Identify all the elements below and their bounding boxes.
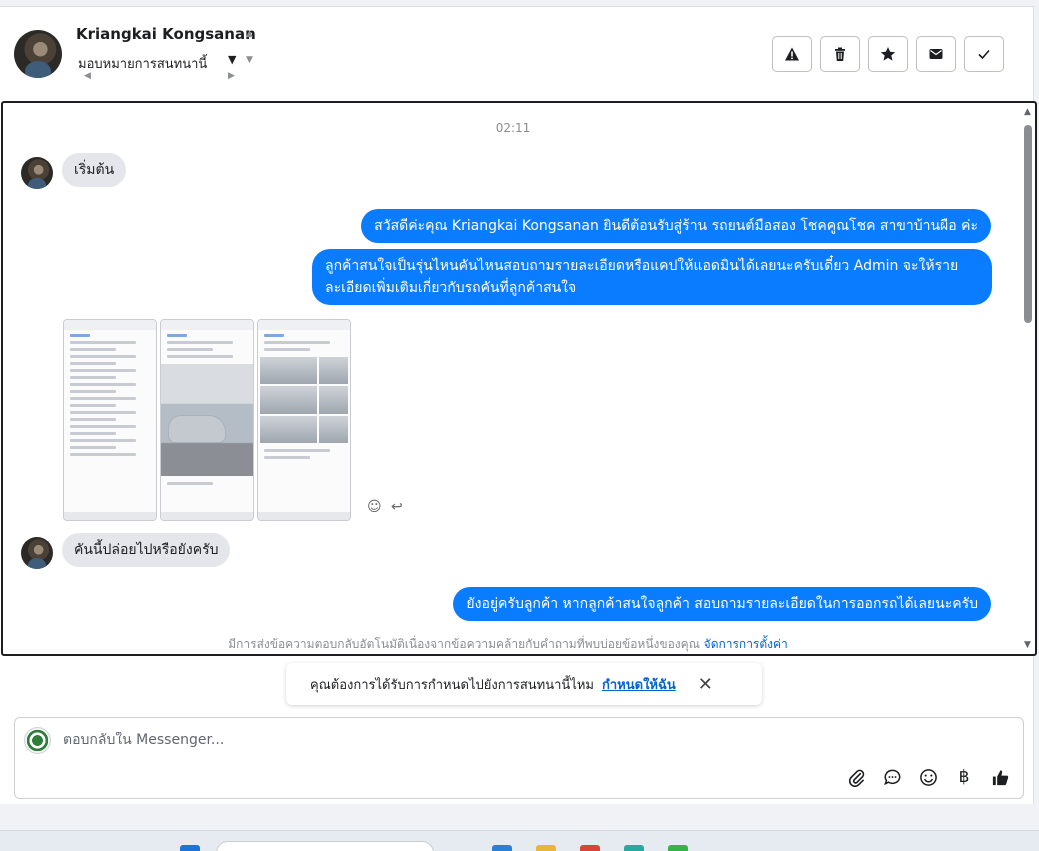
message-timestamp: 02:11 bbox=[495, 121, 531, 135]
trash-icon bbox=[835, 47, 845, 61]
star-button[interactable] bbox=[868, 36, 908, 72]
paperclip-icon bbox=[848, 769, 864, 787]
reply-icon[interactable]: ↩ bbox=[391, 499, 403, 515]
contact-avatar-small[interactable] bbox=[21, 157, 53, 189]
message-composer: ฿ bbox=[14, 717, 1024, 799]
folder-icon[interactable] bbox=[536, 845, 556, 851]
contact-name[interactable]: Kriangkai Kongsanan bbox=[76, 25, 256, 43]
close-icon[interactable]: ✕ bbox=[698, 674, 713, 695]
outgoing-message[interactable]: ยังอยู่ครับลูกค้า หากลูกค้าสนใจลูกค้า สอ… bbox=[453, 587, 991, 621]
assign-reminder-banner: คุณต้องการได้รับการกำหนดไปยังการสนทนานี้… bbox=[286, 663, 762, 705]
page: Kriangkai Kongsanan มอบหมายการสนทนานี้ ▼… bbox=[0, 0, 1039, 851]
conversation-panel: Kriangkai Kongsanan มอบหมายการสนทนานี้ ▼… bbox=[0, 6, 1037, 804]
saved-replies-button[interactable] bbox=[881, 766, 903, 788]
attachment-button[interactable] bbox=[845, 766, 867, 788]
incoming-message[interactable]: เริ่มต้น bbox=[62, 153, 127, 187]
arrow-up-icon[interactable]: ▲ bbox=[246, 29, 253, 39]
report-button[interactable] bbox=[772, 36, 812, 72]
check-icon bbox=[978, 49, 990, 60]
caret-down-icon[interactable]: ▼ bbox=[228, 53, 236, 66]
baht-icon: ฿ bbox=[958, 767, 970, 787]
auto-reply-note: มีการส่งข้อความตอบกลับอัตโนมัติเนื่องจาก… bbox=[3, 635, 1013, 654]
horizontal-scroller[interactable]: ◀ ▶ bbox=[84, 71, 236, 83]
manage-settings-link[interactable]: จัดการการตั้งค่า bbox=[704, 637, 788, 651]
app-icon[interactable] bbox=[580, 845, 600, 851]
image-attachments[interactable] bbox=[63, 319, 351, 521]
conversation-header: Kriangkai Kongsanan มอบหมายการสนทนานี้ ▼… bbox=[0, 7, 1034, 95]
smiley-icon bbox=[919, 768, 937, 786]
app-icon[interactable] bbox=[492, 845, 512, 851]
start-icon[interactable] bbox=[180, 845, 200, 851]
line-app-icon[interactable] bbox=[668, 845, 688, 851]
assign-to-me-link[interactable]: กำหนดให้ฉัน bbox=[602, 674, 676, 695]
mark-unread-button[interactable] bbox=[916, 36, 956, 72]
arrow-right-icon[interactable]: ▶ bbox=[228, 71, 235, 81]
warning-icon bbox=[785, 47, 799, 61]
image-attachment[interactable] bbox=[257, 319, 351, 521]
thread-scrollbar[interactable]: ▲ ▼ bbox=[1021, 103, 1035, 654]
taskbar-search[interactable] bbox=[216, 841, 434, 851]
scroll-up-icon[interactable]: ▲ bbox=[1024, 107, 1031, 117]
thumbs-up-icon bbox=[992, 769, 1008, 785]
incoming-message[interactable]: คันนี้ปล่อยไปหรือยังครับ bbox=[62, 533, 231, 567]
arrow-left-icon[interactable]: ◀ bbox=[84, 71, 91, 81]
payment-button[interactable]: ฿ bbox=[953, 766, 975, 788]
image-attachment[interactable] bbox=[63, 319, 157, 521]
outgoing-message[interactable]: สวัสดีค่ะคุณ Kriangkai Kongsanan ยินดีต้… bbox=[361, 209, 991, 243]
image-attachment[interactable] bbox=[160, 319, 254, 521]
like-button[interactable] bbox=[989, 766, 1011, 788]
emoji-reaction-icon[interactable]: ☺ bbox=[367, 499, 382, 515]
os-taskbar bbox=[0, 830, 1039, 851]
browser-icon[interactable] bbox=[624, 845, 644, 851]
scroll-down-icon[interactable]: ▼ bbox=[1024, 640, 1031, 650]
scrollbar-thumb[interactable] bbox=[1024, 125, 1032, 323]
chat-bubble-icon bbox=[883, 769, 900, 785]
header-actions bbox=[772, 36, 1004, 72]
mail-icon bbox=[929, 49, 943, 59]
mark-done-button[interactable] bbox=[964, 36, 1004, 72]
reply-input[interactable] bbox=[63, 732, 963, 748]
composer-tools: ฿ bbox=[845, 766, 1011, 788]
auto-reply-text: มีการส่งข้อความตอบกลับอัตโนมัติเนื่องจาก… bbox=[228, 637, 700, 651]
page-avatar bbox=[24, 727, 51, 754]
outgoing-message[interactable]: ลูกค้าสนใจเป็นรุ่นไหนคันไหนสอบถามรายละเอ… bbox=[312, 249, 992, 305]
contact-avatar[interactable] bbox=[14, 30, 62, 78]
scroll-spinner[interactable]: ▲ ▼ bbox=[244, 27, 258, 87]
assign-reminder-text: คุณต้องการได้รับการกำหนดไปยังการสนทนานี้… bbox=[310, 677, 594, 693]
delete-button[interactable] bbox=[820, 36, 860, 72]
contact-avatar-small[interactable] bbox=[21, 537, 53, 569]
arrow-down-icon[interactable]: ▼ bbox=[246, 55, 253, 65]
message-thread[interactable]: 02:11 เริ่มต้น สวัสดีค่ะคุณ Kriangkai Ko… bbox=[1, 101, 1037, 656]
emoji-button[interactable] bbox=[917, 766, 939, 788]
star-icon bbox=[880, 47, 896, 61]
